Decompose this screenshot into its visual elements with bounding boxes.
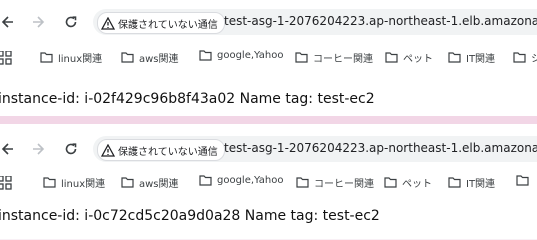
bookmarks-bar: linux関連 aws関連 google,Yahoo コーヒー関連 ペット IT… xyxy=(0,171,537,195)
bookmark-label: IT関連 xyxy=(466,54,496,65)
bookmark-pet[interactable]: ペット xyxy=(384,175,432,190)
bookmark-linux[interactable]: linux関連 xyxy=(43,175,105,190)
back-button[interactable] xyxy=(0,6,20,38)
warning-icon xyxy=(101,143,115,157)
bookmark-label: ペット xyxy=(402,179,432,190)
arrow-right-icon xyxy=(33,16,45,28)
folder-icon xyxy=(384,177,397,188)
forward-button[interactable] xyxy=(26,133,50,165)
url-text[interactable]: test-asg-1-2076204223.ap-northeast-1.elb… xyxy=(224,141,537,155)
bookmark-partial[interactable]: シ xyxy=(513,50,537,65)
page-content-text: instance-id: i-0c72cd5c20a9d0a28 Name ta… xyxy=(0,208,380,224)
security-label: 保護されていない通信 xyxy=(118,19,218,31)
folder-icon xyxy=(448,177,461,188)
bookmark-label: linux関連 xyxy=(61,179,106,190)
window-divider xyxy=(0,116,537,124)
browser-window-1: 保護されていない通信 test-asg-1-2076204223.ap-nort… xyxy=(0,0,537,116)
bookmark-label: コーヒー関連 xyxy=(314,179,374,190)
bookmark-label: aws関連 xyxy=(139,179,179,190)
reload-button[interactable] xyxy=(59,133,83,165)
browser-window-2: 保護されていない通信 test-asg-1-2076204223.ap-nort… xyxy=(0,124,537,239)
folder-icon xyxy=(516,175,529,186)
url-text[interactable]: test-asg-1-2076204223.ap-northeast-1.elb… xyxy=(224,14,537,28)
back-button[interactable] xyxy=(0,133,20,165)
security-label: 保護されていない通信 xyxy=(118,146,218,158)
bookmark-aws[interactable]: aws関連 xyxy=(121,175,179,190)
reload-icon xyxy=(65,16,77,28)
bookmark-label: google,Yahoo xyxy=(217,175,284,186)
apps-grid-icon[interactable] xyxy=(0,51,12,65)
bookmark-label: コーヒー関連 xyxy=(313,54,373,65)
bookmark-coffee[interactable]: コーヒー関連 xyxy=(296,175,374,190)
bookmark-label: aws関連 xyxy=(139,54,179,65)
folder-icon xyxy=(385,52,398,63)
folder-icon xyxy=(295,52,308,63)
folder-icon xyxy=(121,52,134,63)
reload-icon xyxy=(65,143,77,155)
arrow-right-icon xyxy=(33,143,45,155)
folder-icon xyxy=(296,177,309,188)
forward-button[interactable] xyxy=(26,6,50,38)
folder-icon xyxy=(513,52,526,63)
bookmark-linux[interactable]: linux関連 xyxy=(40,50,102,65)
folder-icon xyxy=(199,50,212,61)
reload-button[interactable] xyxy=(59,6,83,38)
arrow-left-icon xyxy=(1,16,13,28)
apps-grid-icon[interactable] xyxy=(0,176,12,190)
page-content-text: instance-id: i-02f429c96b8f43a02 Name ta… xyxy=(0,91,375,107)
address-bar[interactable]: 保護されていない通信 test-asg-1-2076204223.ap-nort… xyxy=(93,136,537,162)
bookmark-label: ペット xyxy=(403,54,433,65)
bookmark-partial[interactable] xyxy=(516,175,534,186)
browser-toolbar: 保護されていない通信 test-asg-1-2076204223.ap-nort… xyxy=(0,6,537,38)
folder-icon xyxy=(121,177,134,188)
bookmark-aws[interactable]: aws関連 xyxy=(121,50,179,65)
browser-toolbar: 保護されていない通信 test-asg-1-2076204223.ap-nort… xyxy=(0,133,537,165)
bookmark-google-yahoo[interactable]: google,Yahoo xyxy=(199,50,283,61)
bookmark-it[interactable]: IT関連 xyxy=(448,50,495,65)
bookmark-label: google,Yahoo xyxy=(217,50,284,61)
bookmark-google-yahoo[interactable]: google,Yahoo xyxy=(199,175,283,186)
bookmark-label: IT関連 xyxy=(466,179,496,190)
arrow-left-icon xyxy=(1,143,13,155)
address-bar[interactable]: 保護されていない通信 test-asg-1-2076204223.ap-nort… xyxy=(93,9,537,35)
folder-icon xyxy=(40,52,53,63)
folder-icon xyxy=(448,52,461,63)
bookmark-label: linux関連 xyxy=(58,54,103,65)
folder-icon xyxy=(43,177,56,188)
folder-icon xyxy=(199,175,212,186)
warning-icon xyxy=(101,16,115,30)
security-chip[interactable]: 保護されていない通信 xyxy=(97,139,225,161)
bookmark-pet[interactable]: ペット xyxy=(385,50,433,65)
bookmark-label: シ xyxy=(531,54,537,65)
bookmark-coffee[interactable]: コーヒー関連 xyxy=(295,50,373,65)
security-chip[interactable]: 保護されていない通信 xyxy=(97,12,225,34)
bookmark-it[interactable]: IT関連 xyxy=(448,175,495,190)
bookmarks-bar: linux関連 aws関連 google,Yahoo コーヒー関連 ペット IT… xyxy=(0,46,537,70)
